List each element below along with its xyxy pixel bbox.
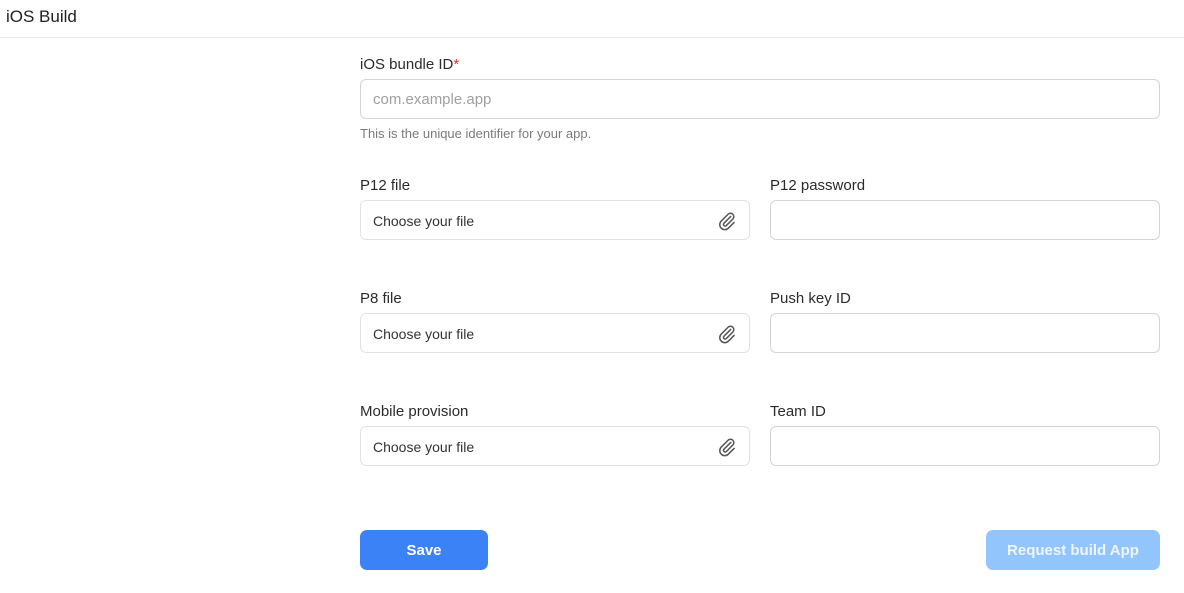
p8-file-input[interactable]: Choose your file — [360, 313, 750, 353]
paperclip-icon — [719, 325, 735, 344]
p12-file-input[interactable]: Choose your file — [360, 200, 750, 240]
bundle-id-hint: This is the unique identifier for your a… — [360, 126, 592, 141]
page-title: iOS Build — [6, 7, 77, 26]
p12-file-placeholder: Choose your file — [373, 213, 475, 229]
mobile-provision-label: Mobile provision — [360, 403, 469, 420]
bundle-id-label-text: iOS bundle ID — [360, 56, 454, 73]
p8-file-placeholder: Choose your file — [373, 326, 475, 342]
push-key-id-label: Push key ID — [770, 290, 851, 307]
p8-file-label: P8 file — [360, 290, 402, 307]
p12-file-label: P12 file — [360, 177, 411, 194]
paperclip-icon — [719, 438, 735, 457]
save-button[interactable]: Save — [360, 530, 488, 570]
push-key-id-input[interactable] — [770, 313, 1160, 353]
bundle-id-label: iOS bundle ID* — [360, 56, 459, 73]
bundle-id-input[interactable] — [360, 79, 1160, 119]
request-build-app-button[interactable]: Request build App — [986, 530, 1160, 570]
mobile-provision-input[interactable]: Choose your file — [360, 426, 750, 466]
p12-password-label: P12 password — [770, 177, 866, 194]
p12-password-input[interactable] — [770, 200, 1160, 240]
team-id-input[interactable] — [770, 426, 1160, 466]
mobile-provision-placeholder: Choose your file — [373, 439, 475, 455]
required-marker: * — [453, 56, 460, 73]
paperclip-icon — [719, 212, 735, 231]
team-id-label: Team ID — [770, 403, 826, 420]
page-header: iOS Build — [0, 0, 1184, 38]
